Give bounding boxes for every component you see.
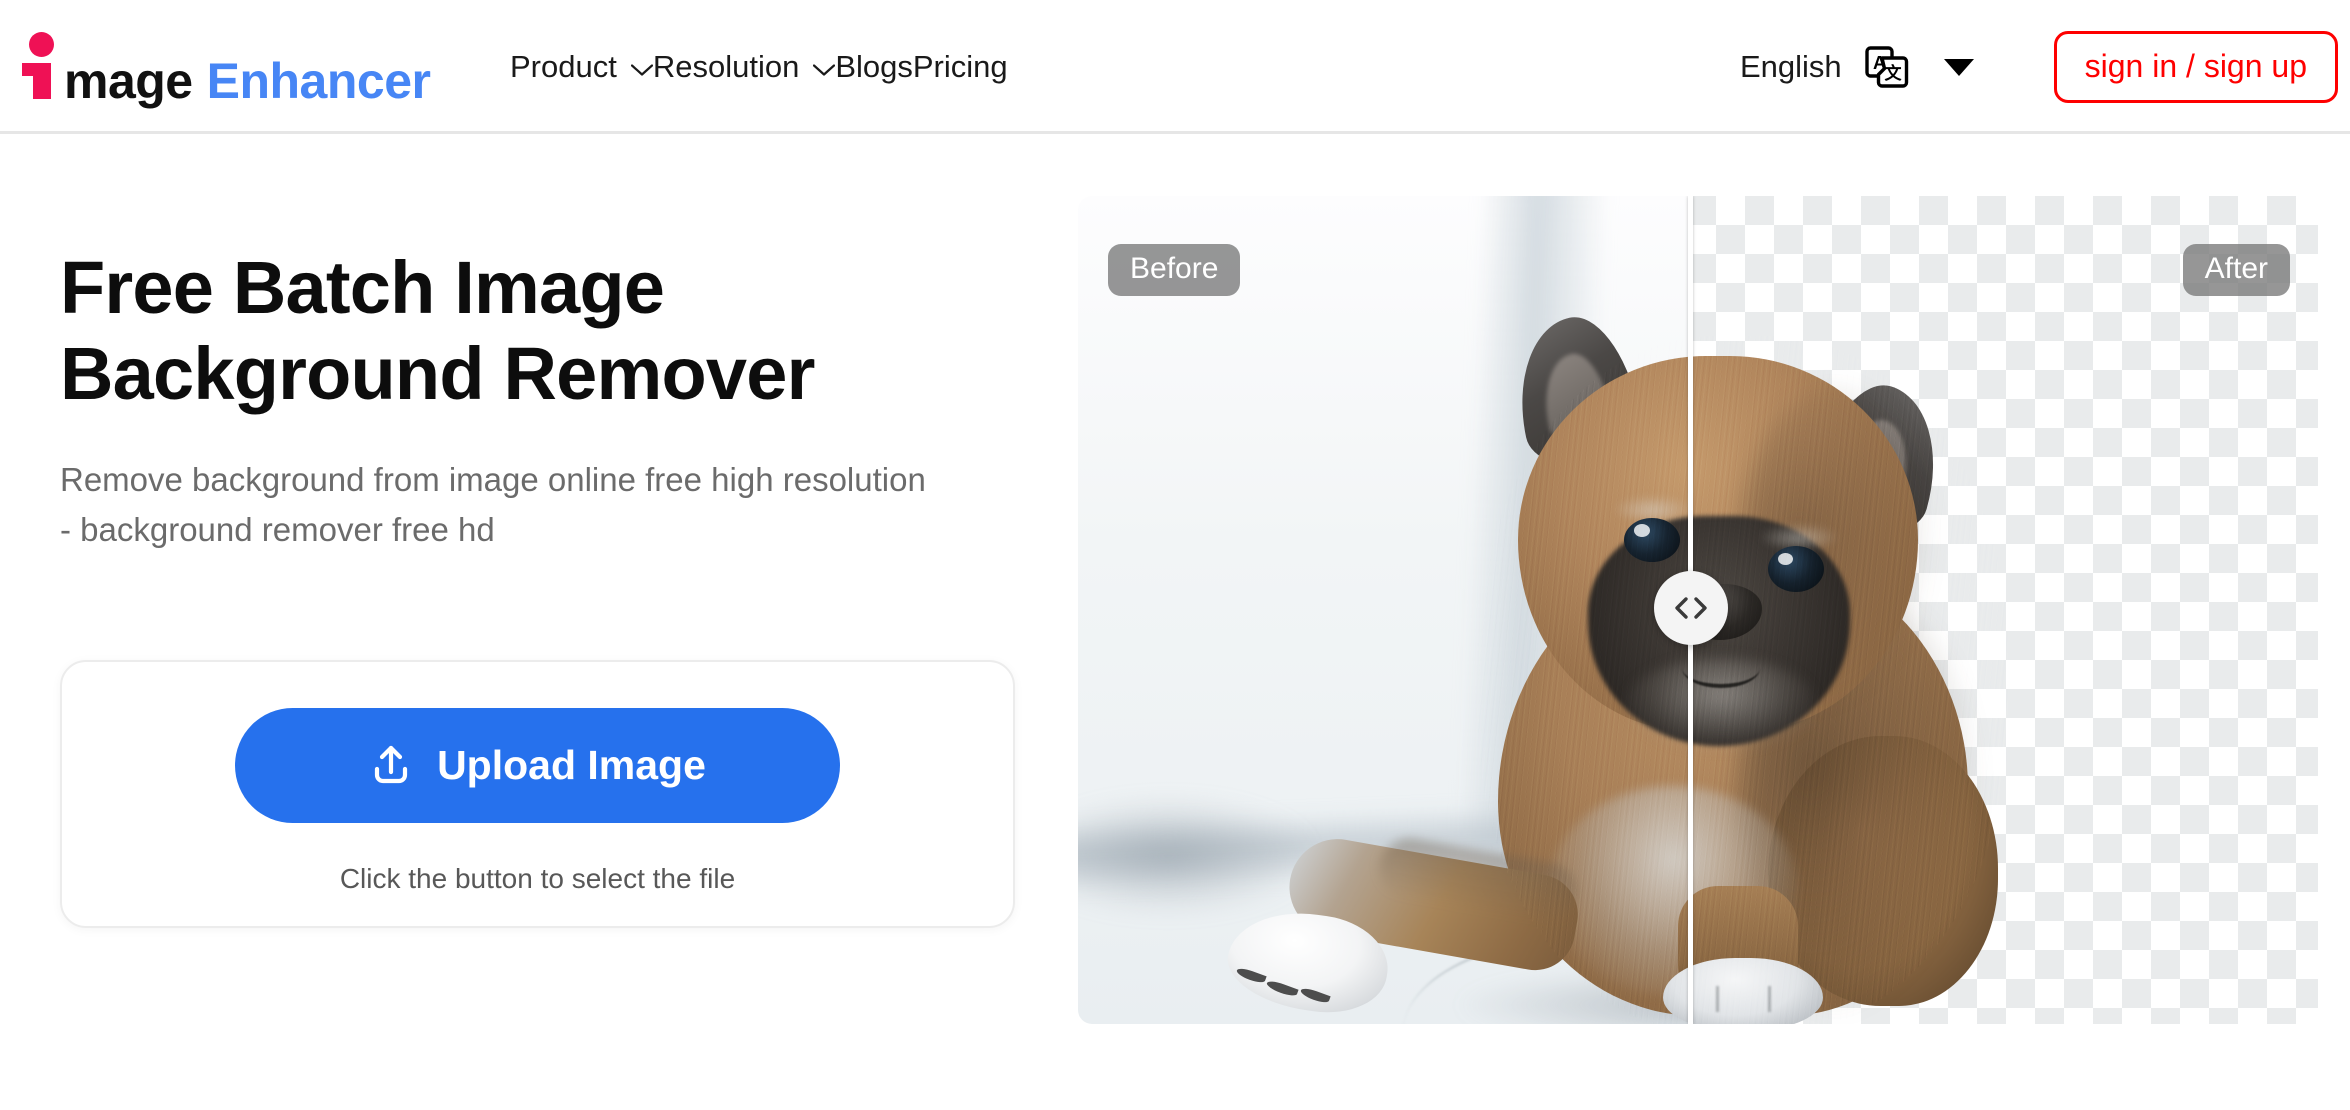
hero-text-block: Free Batch Image Background Remover Remo… — [60, 245, 1020, 555]
svg-text:文: 文 — [1884, 63, 1902, 83]
nav-item-product[interactable]: Product — [510, 49, 653, 85]
nav-label-resolution: Resolution — [652, 49, 800, 84]
left-right-chevrons-icon — [1675, 597, 1707, 619]
page-subtitle-line2: - background remover free hd — [60, 510, 495, 548]
dog-subject-before — [1078, 196, 1691, 1024]
nav-label-pricing: Pricing — [912, 49, 1008, 84]
logo[interactable]: mage Enhancer — [22, 24, 431, 110]
logo-text-enhancer: Enhancer — [206, 53, 431, 109]
dog-subject-after — [1691, 196, 2318, 1024]
logo-i-icon — [22, 24, 64, 99]
chevron-down-icon — [630, 64, 653, 76]
before-after-comparison[interactable]: Before After — [1078, 196, 2318, 1024]
page-subtitle: Remove background from image online free… — [60, 455, 1020, 555]
page-title: Free Batch Image Background Remover — [60, 245, 1020, 417]
page-subtitle-line1: Remove background from image online free… — [60, 460, 926, 498]
nav-item-resolution[interactable]: Resolution — [652, 49, 836, 85]
language-selector[interactable]: English A 文 — [1740, 45, 1974, 89]
before-label: Before — [1108, 244, 1241, 296]
nav-item-blogs[interactable]: Blogs — [835, 49, 913, 85]
upload-hint-text: Click the button to select the file — [339, 862, 736, 894]
chevron-down-icon — [813, 64, 836, 76]
after-image-pane — [1691, 196, 2318, 1024]
chevron-down-icon — [1943, 58, 1974, 76]
nav-item-pricing[interactable]: Pricing — [913, 49, 1008, 85]
after-label: After — [2182, 244, 2290, 296]
nav-label-blogs: Blogs — [835, 49, 913, 84]
language-label: English — [1739, 49, 1842, 84]
upload-button-label: Upload Image — [437, 741, 706, 788]
site-header: mage Enhancer Product Resolution Blogs Pr… — [0, 0, 2350, 134]
sign-in-sign-up-button[interactable]: sign in / sign up — [2053, 31, 2338, 103]
upload-icon — [374, 745, 408, 784]
before-image-pane — [1078, 196, 1691, 1024]
translate-icon: A 文 — [1864, 46, 1908, 88]
page-title-line2: Background Remover — [60, 331, 815, 415]
header-right-cluster: English A 文 sign in / sign up — [1740, 0, 2350, 134]
upload-image-button[interactable]: Upload Image — [235, 707, 840, 823]
main-navigation: Product Resolution Blogs Pricing — [510, 0, 1008, 134]
logo-text-mage: mage — [64, 53, 193, 109]
comparison-slider-handle[interactable] — [1654, 571, 1728, 645]
nav-label-product: Product — [510, 49, 617, 84]
upload-card: Upload Image Click the button to select … — [60, 660, 1015, 928]
page-title-line1: Free Batch Image — [60, 246, 665, 329]
